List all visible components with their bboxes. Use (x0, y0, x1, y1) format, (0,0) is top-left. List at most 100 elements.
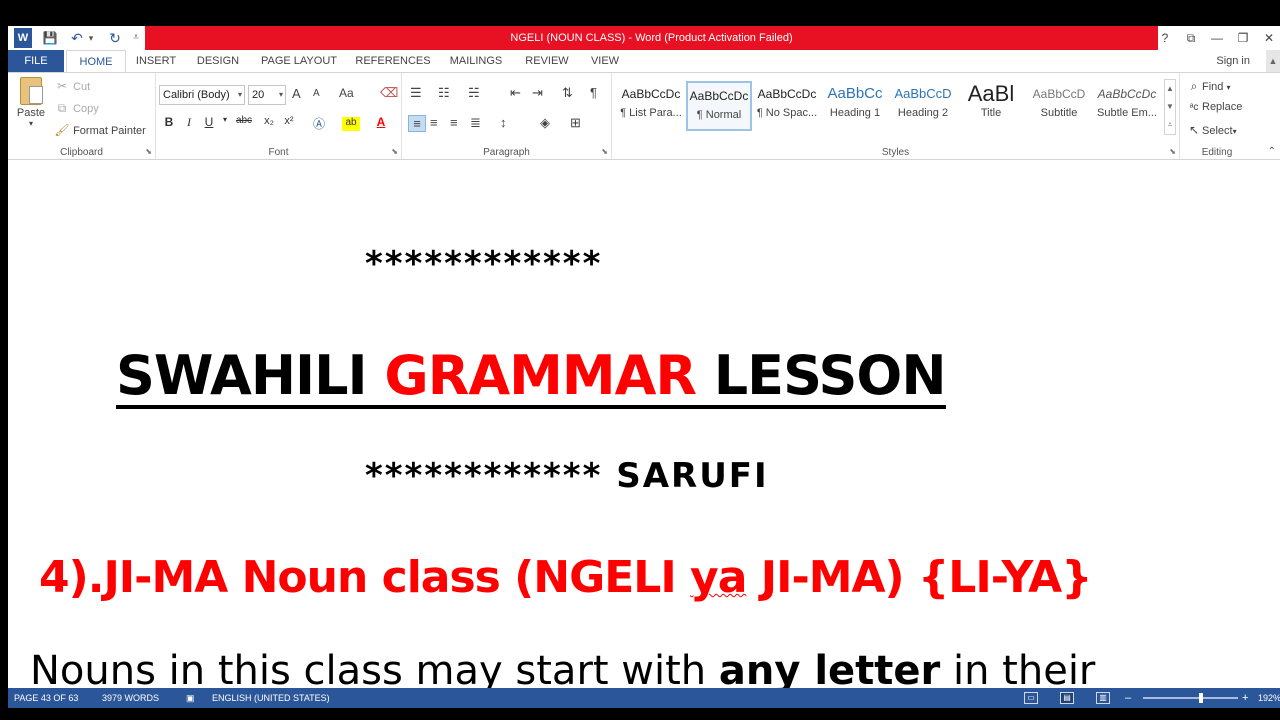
zoom-out-button[interactable]: – (1125, 688, 1131, 708)
tab-design[interactable]: DESIGN (192, 50, 244, 72)
replace-label: Replace (1202, 101, 1243, 113)
font-family-combo[interactable]: Calibri (Body) ▾ (159, 85, 245, 105)
zoom-level[interactable]: 192% (1258, 688, 1280, 708)
grow-font-button[interactable]: A (292, 86, 301, 101)
close-button[interactable]: ✕ (1256, 26, 1280, 50)
document-area[interactable]: ************ SWAHILI GRAMMAR LESSON ****… (8, 160, 1280, 688)
style-heading-2[interactable]: AaBbCcD Heading 2 (890, 81, 956, 131)
chevron-down-icon: ▾ (237, 90, 242, 99)
font-size-combo[interactable]: 20 ▾ (248, 85, 286, 105)
font-launcher-icon[interactable]: ⬊ (391, 147, 398, 156)
chevron-up-icon[interactable]: ▲ (1266, 50, 1280, 72)
copy-icon: ⧉ (57, 101, 67, 115)
bullets-icon[interactable]: ☰ (410, 85, 422, 101)
print-layout-icon[interactable]: ▤ (1060, 692, 1074, 704)
read-mode-icon[interactable]: ▭ (1024, 692, 1038, 704)
shading-icon[interactable]: ◈ (540, 115, 550, 131)
tab-review[interactable]: REVIEW (520, 50, 574, 72)
line-spacing-icon[interactable]: ↕ (500, 115, 507, 130)
collapse-ribbon-icon[interactable]: ⌃ (1268, 146, 1276, 157)
help-button[interactable]: ? (1152, 26, 1178, 50)
style-normal[interactable]: AaBbCcDc ¶ Normal (686, 81, 752, 131)
style-heading-1[interactable]: AaBbCc Heading 1 (822, 81, 888, 131)
status-bar: PAGE 43 OF 63 3979 WORDS ▣ ENGLISH (UNIT… (8, 688, 1280, 708)
zoom-slider-thumb[interactable] (1199, 693, 1203, 703)
stars-line-top: ************ (365, 244, 603, 284)
zoom-in-button[interactable]: + (1242, 688, 1248, 708)
tab-references[interactable]: REFERENCES (352, 50, 434, 72)
paste-dropdown-icon[interactable]: ▾ (14, 119, 48, 128)
copy-button[interactable]: ⧉ Copy (54, 101, 99, 116)
paste-label: Paste (16, 107, 46, 119)
sort-icon[interactable]: ⇅ (562, 85, 573, 101)
customize-toolbar-icon[interactable]: ⩡ (130, 28, 142, 48)
word-app-icon[interactable]: W (14, 28, 32, 48)
language-indicator[interactable]: ENGLISH (UNITED STATES) (212, 688, 330, 708)
body-text-2: in their (940, 648, 1096, 688)
restore-button[interactable]: ❐ (1230, 26, 1256, 50)
borders-icon[interactable]: ⊞ (570, 115, 581, 131)
style-title[interactable]: AaBl Title (958, 81, 1024, 131)
paragraph-launcher-icon[interactable]: ⬊ (601, 147, 608, 156)
tab-insert[interactable]: INSERT (132, 50, 180, 72)
minimize-button[interactable]: — (1204, 26, 1230, 50)
paste-button[interactable]: Paste ▾ (14, 77, 48, 128)
brush-icon: 🖌 (54, 123, 70, 137)
style-subtle-emphasis[interactable]: AaBbCcDc Subtle Em... (1094, 81, 1160, 131)
tab-page-layout[interactable]: PAGE LAYOUT (256, 50, 342, 72)
sign-in-link[interactable]: Sign in (1216, 50, 1250, 72)
ribbon-display-options-icon[interactable]: ⧉ (1178, 26, 1204, 50)
redo-icon[interactable]: ↻ (106, 28, 124, 48)
justify-icon[interactable]: ≣ (470, 115, 481, 131)
text-effects-icon[interactable]: Ⓐ (310, 115, 328, 132)
style-sample: AaBbCcDc (757, 87, 817, 101)
superscript-button[interactable]: x² (280, 115, 298, 127)
zoom-slider[interactable] (1143, 693, 1238, 703)
body-text-bold: any letter (718, 648, 941, 688)
style-list-paragraph[interactable]: AaBbCcDc ¶ List Para... (618, 81, 684, 131)
undo-icon[interactable]: ↶ (68, 28, 86, 48)
increase-indent-icon[interactable]: ⇥ (532, 85, 543, 101)
window-title: NGELI (NOUN CLASS) - Word (Product Activ… (145, 26, 1158, 50)
subscript-button[interactable]: x₂ (260, 115, 278, 127)
undo-dropdown-icon[interactable]: ▾ (86, 28, 96, 48)
align-center-icon[interactable]: ≡ (430, 115, 438, 130)
tab-mailings[interactable]: MAILINGS (442, 50, 510, 72)
change-case-button[interactable]: Aa (339, 86, 354, 100)
page-count[interactable]: PAGE 43 OF 63 (14, 688, 78, 708)
italic-button[interactable]: I (180, 115, 198, 130)
decrease-indent-icon[interactable]: ⇤ (510, 85, 521, 101)
font-color-icon[interactable]: A (372, 115, 390, 129)
select-button[interactable]: ↖ Select▾ (1186, 123, 1237, 137)
tab-file[interactable]: FILE (8, 50, 64, 72)
style-subtitle[interactable]: AaBbCcD Subtitle (1026, 81, 1092, 131)
align-left-icon[interactable]: ≡ (408, 115, 426, 132)
tab-home[interactable]: HOME (66, 50, 126, 73)
vertical-scrollbar[interactable] (1266, 160, 1280, 688)
clipboard-launcher-icon[interactable]: ⬊ (145, 147, 152, 156)
web-layout-icon[interactable]: ▥ (1096, 692, 1110, 704)
cut-label: Cut (73, 81, 91, 93)
clipboard-group: Paste ▾ ✂ Cut ⧉ Copy 🖌 Format Painter Cl… (8, 73, 156, 159)
tab-view[interactable]: VIEW (584, 50, 626, 72)
find-button[interactable]: ⌕ Find ▾ (1186, 79, 1231, 94)
cut-button[interactable]: ✂ Cut (54, 79, 90, 93)
format-painter-button[interactable]: 🖌 Format Painter (54, 123, 145, 137)
shrink-font-button[interactable]: A (313, 88, 320, 99)
save-icon[interactable]: 💾 (40, 28, 60, 48)
align-right-icon[interactable]: ≡ (450, 115, 458, 130)
multilevel-list-icon[interactable]: ☵ (468, 85, 480, 101)
styles-launcher-icon[interactable]: ⬊ (1169, 147, 1176, 156)
highlight-icon[interactable]: ab (342, 117, 360, 131)
numbering-icon[interactable]: ☷ (438, 85, 450, 101)
replace-button[interactable]: ᵃc Replace (1186, 101, 1243, 113)
pilcrow-icon[interactable]: ¶ (590, 85, 597, 100)
styles-gallery-scroll[interactable]: ▲ ▼ ⩡ (1164, 79, 1176, 135)
strikethrough-button[interactable]: abc (232, 115, 256, 126)
style-no-spacing[interactable]: AaBbCcDc ¶ No Spac... (754, 81, 820, 131)
bold-button[interactable]: B (160, 115, 178, 129)
clear-formatting-icon[interactable]: ⌫ (380, 85, 398, 101)
style-sample: AaBbCcD (894, 86, 952, 101)
proofing-icon[interactable]: ▣ (186, 688, 195, 708)
word-count[interactable]: 3979 WORDS (102, 688, 159, 708)
